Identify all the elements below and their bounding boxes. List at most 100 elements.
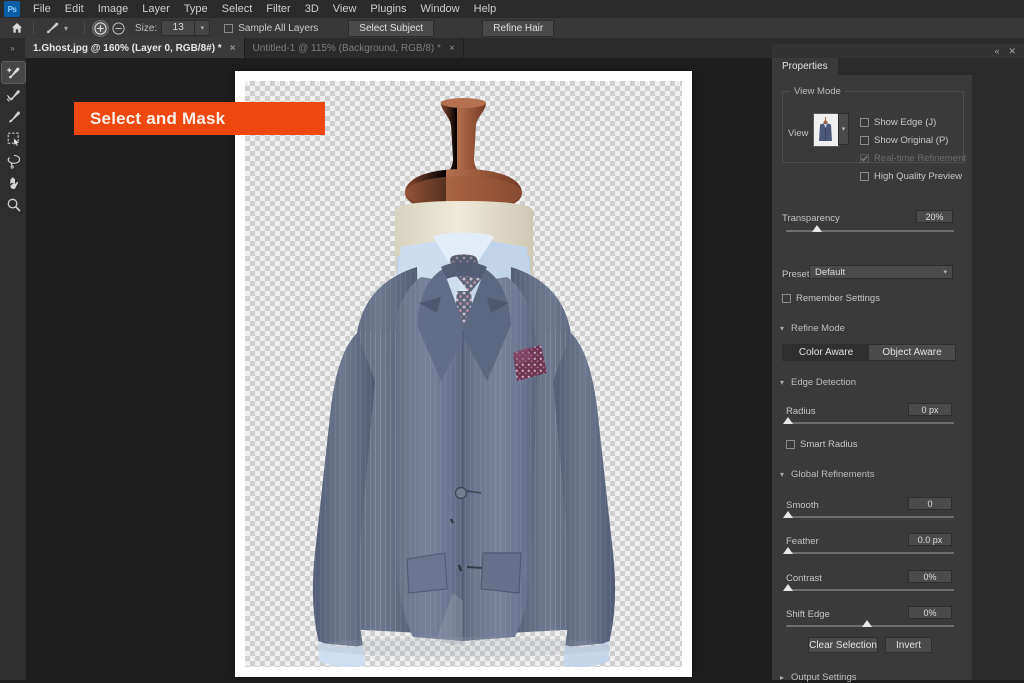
refine-hair-button[interactable]: Refine Hair — [482, 19, 555, 37]
smart-radius-box-icon[interactable] — [786, 440, 795, 449]
document-tab-untitled[interactable]: Untitled-1 @ 115% (Background, RGB/8) * … — [244, 38, 464, 58]
photoshop-select-and-mask-workspace: Ps File Edit Image Layer Type Select Fil… — [0, 0, 1024, 683]
feather-value-field[interactable]: 0.0 px — [908, 533, 952, 546]
chevron-double-right-icon[interactable]: » — [0, 38, 25, 58]
close-icon[interactable]: × — [449, 43, 455, 54]
feather-slider-track[interactable] — [786, 552, 954, 554]
feather-slider-knob[interactable] — [783, 547, 793, 554]
show-original-box-icon[interactable] — [860, 136, 869, 145]
add-to-selection-icon[interactable] — [92, 19, 109, 37]
radius-value-field[interactable]: 0 px — [908, 403, 952, 416]
contrast-slider-knob[interactable] — [783, 584, 793, 591]
view-label: View — [788, 128, 809, 139]
shift-edge-value-field[interactable]: 0% — [908, 606, 952, 619]
tab-properties[interactable]: Properties — [772, 58, 838, 75]
zoom-tool[interactable] — [2, 194, 25, 215]
brush-size-label: Size: — [135, 22, 158, 34]
chevron-right-icon[interactable]: ▸ — [780, 673, 784, 682]
hand-tool[interactable] — [2, 172, 25, 193]
refine-mode-title: Refine Mode — [791, 323, 845, 334]
preset-select[interactable]: Default ▾ — [809, 265, 953, 279]
document-frame — [235, 71, 692, 677]
show-edge-checkbox[interactable]: Show Edge (J) — [860, 117, 936, 128]
smooth-slider-knob[interactable] — [783, 511, 793, 518]
brush-preset-icon[interactable]: ▾ — [45, 21, 79, 35]
close-panel-icon[interactable]: ✕ — [1008, 46, 1016, 56]
brush-size-input[interactable]: 13 — [161, 20, 196, 36]
refine-edge-brush-tool[interactable] — [2, 84, 25, 105]
refine-mode-section-header[interactable]: ▾ Refine Mode — [780, 323, 845, 334]
refine-mode-segmented-control[interactable]: Color Aware Object Aware — [782, 344, 956, 361]
menu-file[interactable]: File — [26, 0, 58, 18]
output-settings-section-header[interactable]: ▸ Output Settings — [780, 672, 857, 683]
transparency-slider-knob[interactable] — [812, 225, 822, 232]
menu-select[interactable]: Select — [215, 0, 260, 18]
global-refinements-title: Global Refinements — [791, 469, 875, 480]
menu-type[interactable]: Type — [177, 0, 215, 18]
refine-mode-color-aware[interactable]: Color Aware — [783, 345, 869, 360]
brush-size-chevron-down-icon[interactable]: ▾ — [195, 20, 211, 36]
smooth-value-field[interactable]: 0 — [908, 497, 952, 510]
brush-preset-chevron-down-icon[interactable]: ▾ — [64, 24, 68, 33]
properties-panel-content: View Mode View ▾ Show Edge (J) Show Orig… — [772, 75, 972, 683]
quick-selection-tool[interactable] — [1, 61, 26, 84]
menu-plugins[interactable]: Plugins — [363, 0, 413, 18]
chevron-down-icon[interactable]: ▾ — [780, 470, 784, 479]
view-mode-thumbnail[interactable] — [813, 113, 839, 147]
menu-view[interactable]: View — [326, 0, 364, 18]
contrast-slider-track[interactable] — [786, 589, 954, 591]
contrast-value-field[interactable]: 0% — [908, 570, 952, 583]
select-and-mask-toolbar — [0, 58, 27, 680]
menu-help[interactable]: Help — [467, 0, 504, 18]
transparency-value-field[interactable]: 20% — [916, 210, 953, 223]
brush-tool[interactable] — [2, 106, 25, 127]
smart-radius-checkbox[interactable]: Smart Radius — [786, 439, 858, 450]
view-mode-chevron-down-icon[interactable]: ▾ — [838, 113, 849, 145]
invert-button[interactable]: Invert — [885, 637, 932, 653]
edge-detection-section-header[interactable]: ▾ Edge Detection — [780, 377, 856, 388]
sample-all-layers-box-icon[interactable] — [224, 23, 234, 33]
high-quality-preview-checkbox[interactable]: High Quality Preview — [860, 171, 962, 182]
chevron-down-icon[interactable]: ▾ — [780, 324, 784, 333]
sample-all-layers-checkbox[interactable]: Sample All Layers — [224, 23, 318, 34]
close-icon[interactable]: × — [230, 43, 236, 54]
realtime-refinement-checkbox: Real-time Refinement — [860, 153, 966, 164]
object-selection-tool[interactable] — [2, 128, 25, 149]
suit-artwork — [245, 81, 682, 667]
collapse-panel-icon[interactable]: « — [994, 46, 999, 56]
menu-window[interactable]: Window — [414, 0, 467, 18]
canvas-area[interactable]: Select and Mask — [27, 58, 772, 680]
photoshop-logo-icon: Ps — [4, 1, 20, 17]
contrast-label: Contrast — [786, 573, 822, 584]
high-quality-preview-box-icon[interactable] — [860, 172, 869, 181]
show-original-checkbox[interactable]: Show Original (P) — [860, 135, 948, 146]
home-icon[interactable] — [6, 19, 28, 37]
panel-tab-strip: Properties — [772, 58, 1024, 75]
clear-selection-button[interactable]: Clear Selection — [808, 637, 878, 653]
shift-edge-slider-knob[interactable] — [862, 620, 872, 627]
document-tab-ghost-label: 1.Ghost.jpg @ 160% (Layer 0, RGB/8#) * — [33, 42, 222, 54]
subtract-from-selection-icon[interactable] — [111, 21, 126, 36]
radius-slider-knob[interactable] — [783, 417, 793, 424]
select-subject-button[interactable]: Select Subject — [348, 19, 435, 37]
menu-edit[interactable]: Edit — [58, 0, 91, 18]
preset-chevron-down-icon[interactable]: ▾ — [943, 268, 947, 276]
menu-3d[interactable]: 3D — [298, 0, 326, 18]
menu-layer[interactable]: Layer — [135, 0, 177, 18]
chevron-down-icon[interactable]: ▾ — [780, 378, 784, 387]
remember-settings-checkbox[interactable]: Remember Settings — [782, 293, 880, 304]
remember-settings-box-icon[interactable] — [782, 294, 791, 303]
refine-mode-object-aware[interactable]: Object Aware — [869, 345, 955, 360]
smooth-slider-track[interactable] — [786, 516, 954, 518]
lasso-tool[interactable] — [2, 150, 25, 171]
menu-filter[interactable]: Filter — [259, 0, 297, 18]
select-and-mask-banner: Select and Mask — [74, 102, 325, 135]
menu-image[interactable]: Image — [91, 0, 136, 18]
realtime-refinement-label: Real-time Refinement — [874, 153, 966, 164]
global-refinements-section-header[interactable]: ▾ Global Refinements — [780, 469, 874, 480]
show-edge-box-icon[interactable] — [860, 118, 869, 127]
menu-bar: Ps File Edit Image Layer Type Select Fil… — [0, 0, 1024, 18]
document-tab-ghost[interactable]: 1.Ghost.jpg @ 160% (Layer 0, RGB/8#) * × — [25, 38, 245, 58]
tool-options-bar: ▾ Size: 13 ▾ Sample All Layers Select Su… — [0, 18, 1024, 39]
radius-slider-track[interactable] — [786, 422, 954, 424]
